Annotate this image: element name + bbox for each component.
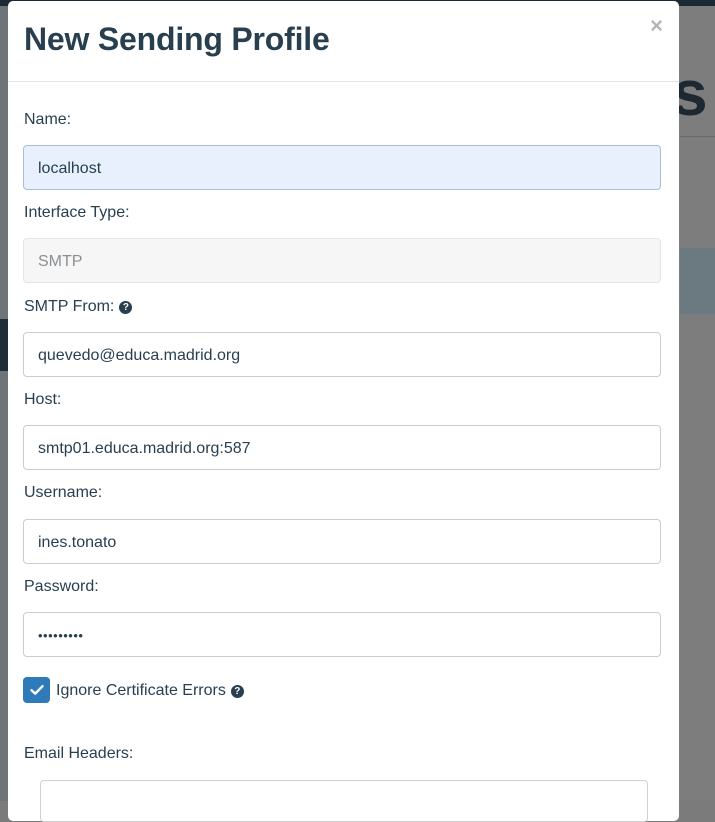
ignore-cert-checkbox[interactable]: [23, 677, 50, 703]
question-circle-icon[interactable]: ?: [230, 684, 244, 698]
modal-header: New Sending Profile ×: [8, 1, 679, 82]
smtp-from-label: SMTP From: ?: [24, 298, 133, 316]
background-table-header: [680, 248, 715, 314]
username-label: Username:: [24, 484, 102, 502]
ignore-cert-label-text: Ignore Certificate Errors: [56, 682, 226, 699]
sending-profile-modal: New Sending Profile × Name: localhost In…: [8, 1, 679, 822]
question-circle-icon[interactable]: ?: [119, 300, 133, 314]
password-label-text: Password:: [24, 578, 99, 595]
smtp-from-label-text: SMTP From:: [24, 298, 115, 315]
password-label: Password:: [24, 578, 99, 596]
host-input[interactable]: smtp01.educa.madrid.org:587: [23, 425, 661, 470]
checkmark-icon: [29, 685, 44, 695]
modal-title: New Sending Profile: [24, 21, 330, 57]
email-headers-table: [40, 780, 648, 822]
email-headers-label: Email Headers:: [24, 745, 133, 763]
host-label-text: Host:: [24, 391, 62, 408]
name-label-text: Name:: [24, 111, 72, 128]
username-label-text: Username:: [24, 484, 103, 501]
interface-type-input: SMTP: [23, 238, 661, 283]
username-input[interactable]: ines.tonato: [23, 519, 661, 564]
close-button[interactable]: ×: [650, 15, 663, 37]
smtp-from-input[interactable]: quevedo@educa.madrid.org: [23, 332, 661, 377]
background-divider: [680, 136, 715, 137]
interface-type-label: Interface Type:: [24, 204, 130, 222]
password-input[interactable]: •••••••••: [23, 612, 661, 657]
interface-type-label-text: Interface Type:: [24, 204, 130, 221]
ignore-cert-label: Ignore Certificate Errors ?: [56, 682, 244, 700]
name-label: Name:: [24, 111, 71, 129]
email-headers-label-text: Email Headers:: [24, 745, 134, 762]
host-label: Host:: [24, 391, 61, 409]
name-input[interactable]: localhost: [23, 145, 661, 190]
